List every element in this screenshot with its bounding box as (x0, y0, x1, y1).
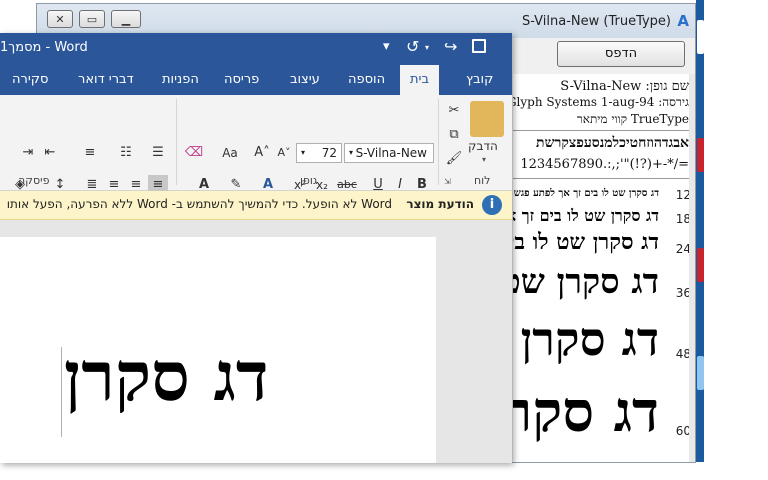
print-button[interactable]: הדפס (557, 41, 685, 67)
message-title: הודעת מוצר (406, 197, 474, 211)
desktop-background (696, 0, 768, 480)
document-page[interactable]: דג סקרן (0, 237, 436, 463)
font-name-combo[interactable]: ▾ S-Vilna-New (344, 143, 434, 163)
undo-dropdown-icon[interactable]: ▾ (425, 43, 429, 52)
sample-line-12: דג סקרן שט לו בים זך אך לפתע פגש חבורה נ… (513, 188, 659, 199)
paste-button-label[interactable]: הדבק (468, 139, 498, 153)
copy-icon[interactable]: ⧉ (444, 125, 464, 145)
minimize-button[interactable]: ▁ (111, 10, 141, 28)
divider (513, 130, 695, 131)
multilevel-list-icon[interactable]: ≡ (80, 143, 100, 163)
group-label-font: גופן (300, 174, 318, 187)
word-titlebar: מסמך1 - Word ▾ ↺ ▾ ↪ (0, 33, 512, 65)
undo-icon[interactable]: ↺ (406, 37, 419, 56)
desktop-icon[interactable] (697, 138, 704, 172)
maximize-button[interactable]: ▭ (79, 10, 105, 28)
tab-file[interactable]: קובץ (466, 72, 493, 87)
text-cursor (61, 347, 62, 437)
font-size-combo[interactable]: ▾ 72 (296, 143, 342, 163)
group-label-paragraph: פיסקה (18, 174, 50, 187)
alphabet-line: אבגדהוזחטיכלמנסעפצקרשת (536, 135, 689, 151)
close-button[interactable]: ✕ (47, 10, 73, 28)
document-text[interactable]: דג סקרן (64, 337, 269, 417)
redo-icon[interactable]: ↪ (444, 37, 457, 56)
sample-line-24: דג סקרן שט לו בים זך אך לפתע פגש חבורה נ… (513, 229, 659, 255)
change-case-button[interactable]: Aa (220, 143, 240, 163)
sample-line-60: דג סקרן שט לו בים זך אך לפתע פגש חבורה נ… (513, 379, 659, 445)
format-painter-icon[interactable]: 🖌 (444, 149, 464, 169)
tab-home[interactable]: בית (400, 65, 439, 95)
group-separator (176, 99, 177, 185)
sample-line-18: דג סקרן שט לו בים זך אך לפתע פגש חבורה נ… (513, 206, 659, 225)
close-icon: ✕ (55, 13, 65, 26)
tab-mailings[interactable]: דברי דואר (78, 72, 134, 87)
document-area: דג סקרן (0, 220, 512, 463)
desktop-icon[interactable] (697, 356, 704, 390)
font-name-line: שם גופן: S-Vilna-New (560, 79, 689, 94)
increase-indent-icon[interactable]: ⇥ (18, 143, 38, 163)
paste-dropdown-icon[interactable]: ▾ (482, 155, 486, 164)
font-name-value: S-Vilna-New (355, 146, 427, 160)
digits-line: 1234567890.:,;'"(!?)+-*/= (520, 157, 689, 172)
scrollbar[interactable] (689, 74, 695, 462)
ribbon-tabs: סקירה דברי דואר הפניות פריסה עיצוב הוספה… (0, 65, 512, 95)
desktop-strip (696, 0, 704, 462)
group-label-clipboard: לוח (474, 174, 491, 187)
maximize-icon: ▭ (86, 13, 98, 26)
tab-references[interactable]: הפניות (162, 72, 199, 87)
chevron-down-icon: ▾ (349, 148, 354, 157)
version-line: גירסה: Glyph Systems 1-aug-94 (513, 95, 689, 109)
bullets-icon[interactable]: ☰ (148, 143, 168, 163)
font-size-value: 72 (321, 146, 337, 160)
group-separator (438, 99, 439, 185)
font-viewer-title: S-Vilna-New (TrueType) (521, 14, 671, 29)
save-icon[interactable] (472, 39, 486, 53)
shrink-font-icon[interactable]: A˅ (274, 143, 294, 163)
sample-line-48: דג סקרן שט לו בים זך אך לפתע פגש חבורה נ… (513, 312, 659, 366)
paste-icon[interactable] (470, 101, 504, 137)
customize-toolbar-icon[interactable]: ▾ (383, 39, 390, 54)
numbering-icon[interactable]: ☷ (116, 143, 136, 163)
font-preview-area: שם גופן: S-Vilna-New גירסה: Glyph System… (513, 74, 695, 462)
word-title: מסמך1 - Word (0, 40, 88, 55)
chevron-down-icon: ▾ (301, 148, 306, 157)
desktop-icon[interactable] (697, 248, 704, 282)
font-a-icon: A (677, 12, 689, 30)
info-icon: i (482, 195, 502, 215)
minimize-icon: ▁ (121, 13, 131, 26)
clipboard-launcher-icon[interactable]: ⇲ (444, 177, 451, 186)
cut-icon[interactable]: ✂ (444, 101, 464, 121)
message-bar: i הודעת מוצר Word לא הופעל. כדי להמשיך ל… (0, 191, 512, 220)
tab-layout[interactable]: פריסה (224, 72, 259, 87)
tab-insert[interactable]: הוספה (348, 72, 385, 87)
desktop-icon[interactable] (697, 20, 704, 54)
message-text: Word לא הופעל. כדי להמשיך להשתמש ב- Word… (6, 197, 392, 211)
decrease-indent-icon[interactable]: ⇤ (40, 143, 60, 163)
clear-formatting-icon[interactable]: ⌫ (184, 143, 204, 163)
type-line: TrueType קווי מיתאר (576, 112, 689, 126)
sample-line-36: דג סקרן שט לו בים זך אך לפתע פגש חבורה נ… (513, 262, 659, 302)
grow-font-icon[interactable]: A˄ (252, 143, 272, 163)
divider (513, 178, 695, 179)
tab-design[interactable]: עיצוב (290, 72, 320, 87)
word-window: מסמך1 - Word ▾ ↺ ▾ ↪ סקירה דברי דואר הפנ… (0, 33, 512, 463)
tab-review[interactable]: סקירה (12, 72, 48, 87)
ribbon: הדבק ▾ ✂ ⧉ 🖌 לוח ⇲ ▾ S-Vilna-New ▾ 72 A˅… (0, 95, 512, 248)
